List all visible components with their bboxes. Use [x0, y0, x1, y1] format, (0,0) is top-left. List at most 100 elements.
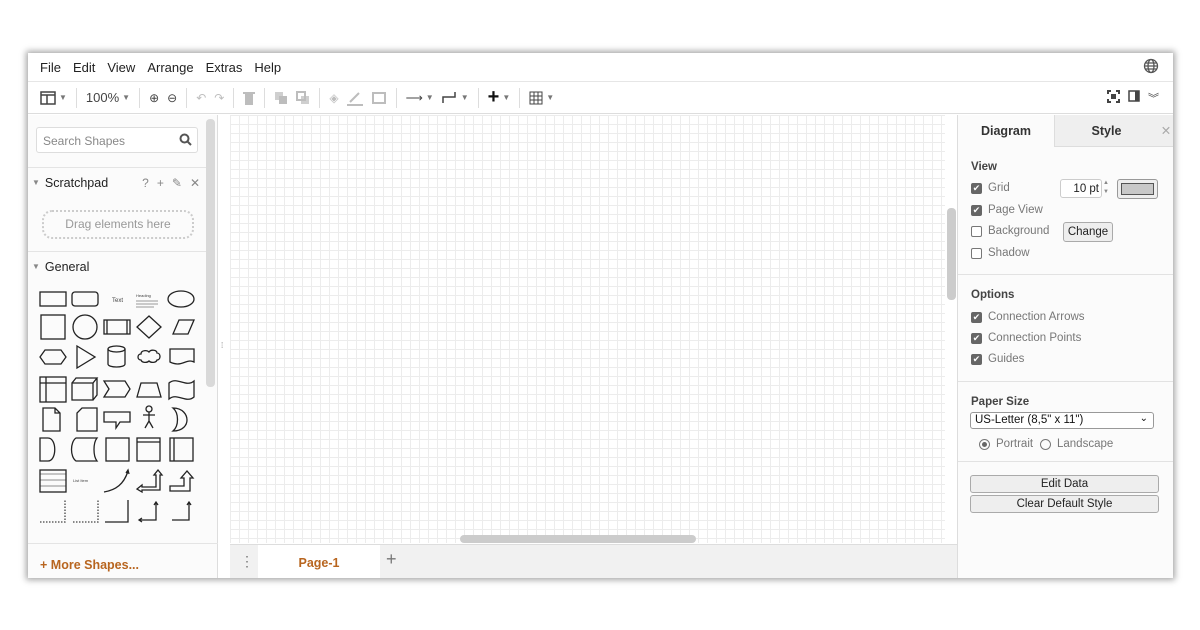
undo-icon[interactable]: ↶: [192, 86, 210, 110]
shape-delay: [39, 437, 56, 462]
chevron-down-icon: ⌄: [1139, 413, 1148, 424]
canvas-vertical-scrollbar[interactable]: [947, 208, 956, 300]
guides-checkbox[interactable]: ✔ Guides: [971, 353, 1024, 365]
menu-file[interactable]: File: [34, 60, 67, 75]
menu-extras[interactable]: Extras: [200, 60, 249, 75]
page-view-label: Page View: [988, 204, 1043, 216]
connection-arrows-checkbox[interactable]: ✔ Connection Arrows: [971, 311, 1085, 323]
zoom-in-icon[interactable]: ⊕: [145, 86, 163, 110]
shape-elbow-arrow-2: [172, 500, 192, 521]
to-back-icon[interactable]: [292, 86, 314, 110]
shape-text: Text: [112, 298, 123, 304]
shadow-checkbox[interactable]: Shadow: [971, 247, 1030, 259]
search-shapes-input[interactable]: Search Shapes: [36, 127, 198, 153]
shape-or: [171, 407, 188, 432]
grid-checkbox[interactable]: ✔ Grid: [971, 182, 1010, 194]
page-tab[interactable]: Page-1: [258, 545, 380, 578]
general-shapes-palette[interactable]: Text Heading List Item: [36, 290, 201, 535]
edit-data-button[interactable]: Edit Data: [970, 475, 1159, 493]
tab-style[interactable]: Style: [1054, 115, 1158, 147]
background-label: Background: [988, 225, 1050, 237]
line-color-icon[interactable]: [343, 86, 367, 110]
zoom-dropdown[interactable]: 100% ▼: [82, 86, 134, 110]
collapse-chevron-icon[interactable]: ︾: [1148, 90, 1159, 106]
shape-note: [42, 407, 61, 432]
shape-square: [40, 314, 66, 340]
shape-cloud: [137, 349, 161, 364]
sidebar-scrollbar[interactable]: [206, 119, 215, 387]
scratchpad-title: Scratchpad: [44, 175, 109, 190]
fullscreen-icon[interactable]: [1107, 90, 1120, 106]
paper-size-heading: Paper Size: [971, 396, 1030, 408]
scratchpad-header[interactable]: ▼ Scratchpad ? + ✎ ✕: [28, 167, 206, 197]
delete-icon[interactable]: [239, 86, 259, 110]
search-icon[interactable]: [179, 133, 192, 149]
shape-triangle: [76, 344, 97, 370]
more-shapes-button[interactable]: + More Shapes...: [28, 543, 218, 578]
shape-actor: [143, 405, 155, 429]
sidebar-resize-handle[interactable]: ⁞: [221, 341, 223, 350]
shape-curved-arrow: [103, 468, 130, 493]
shape-ellipse: [167, 290, 195, 308]
fill-color-icon[interactable]: ◈: [325, 86, 342, 110]
landscape-radio[interactable]: Landscape: [1040, 438, 1113, 450]
change-background-button[interactable]: Change: [1063, 222, 1113, 242]
clear-default-style-button[interactable]: Clear Default Style: [970, 495, 1159, 513]
general-title: General: [44, 259, 90, 274]
grid-color-swatch: [1121, 183, 1154, 195]
shape-data-storage: [70, 437, 99, 462]
to-front-icon[interactable]: [270, 86, 292, 110]
menu-arrange[interactable]: Arrange: [141, 60, 199, 75]
scratchpad-drop-zone[interactable]: Drag elements here: [42, 210, 194, 239]
menu-view[interactable]: View: [101, 60, 141, 75]
help-icon[interactable]: ?: [142, 176, 149, 190]
format-panel-toggle[interactable]: ▼: [36, 86, 71, 110]
general-header[interactable]: ▼ General: [28, 251, 206, 281]
tab-diagram[interactable]: Diagram: [958, 115, 1054, 147]
shape-bidirectional-arrow: [135, 468, 164, 494]
pages-menu-icon[interactable]: ⋮: [240, 553, 254, 570]
table-icon[interactable]: ▼: [525, 86, 558, 110]
menu-edit[interactable]: Edit: [67, 60, 101, 75]
insert-plus-icon[interactable]: + ▼: [484, 86, 515, 110]
diagram-canvas[interactable]: [230, 115, 945, 543]
landscape-label: Landscape: [1057, 438, 1114, 450]
shape-heading: Heading: [136, 293, 151, 298]
options-heading: Options: [971, 289, 1015, 301]
shape-square-2: [105, 437, 130, 462]
background-checkbox[interactable]: Background: [971, 225, 1049, 237]
close-icon[interactable]: ✕: [190, 176, 200, 190]
canvas-horizontal-scrollbar[interactable]: [460, 535, 696, 543]
close-panel-icon[interactable]: ✕: [1158, 115, 1173, 147]
shape-swimlane: [169, 437, 194, 462]
connection-arrow-icon[interactable]: ⟶ ▼: [402, 86, 438, 110]
portrait-radio[interactable]: Portrait: [979, 438, 1033, 450]
shape-document: [169, 348, 195, 365]
globe-icon[interactable]: [1143, 58, 1159, 77]
menu-help[interactable]: Help: [248, 60, 287, 75]
edit-pencil-icon[interactable]: ✎: [172, 176, 182, 190]
connection-points-checkbox[interactable]: ✔ Connection Points: [971, 332, 1081, 344]
grid-label: Grid: [988, 182, 1010, 194]
grid-color-button[interactable]: [1117, 179, 1158, 199]
zoom-value: 100%: [85, 90, 120, 105]
page-view-checkbox[interactable]: ✔ Page View: [971, 204, 1043, 216]
redo-icon[interactable]: ↷: [210, 86, 228, 110]
shadow-icon[interactable]: [367, 86, 391, 110]
paper-size-select[interactable]: US-Letter (8,5" x 11") ⌄: [970, 412, 1154, 429]
waypoints-icon[interactable]: ▼: [438, 86, 473, 110]
zoom-out-icon[interactable]: ⊖: [163, 86, 181, 110]
drawio-window: File Edit View Arrange Extras Help ▼ 100…: [28, 53, 1173, 578]
add-icon[interactable]: +: [157, 176, 164, 190]
shape-card: [76, 407, 98, 432]
connection-points-label: Connection Points: [988, 332, 1082, 344]
shape-heading-lines: [136, 300, 158, 308]
shape-rounded-rectangle: [71, 291, 99, 307]
shape-callout: [103, 411, 131, 431]
grid-size-stepper[interactable]: ▲ ▼: [1103, 179, 1109, 197]
collapse-triangle-icon: ▼: [32, 262, 40, 271]
shape-parallelogram: [172, 319, 195, 335]
format-panel-icon[interactable]: [1128, 90, 1140, 106]
add-page-icon[interactable]: +: [386, 549, 397, 570]
grid-size-input[interactable]: 10 pt: [1060, 179, 1102, 198]
